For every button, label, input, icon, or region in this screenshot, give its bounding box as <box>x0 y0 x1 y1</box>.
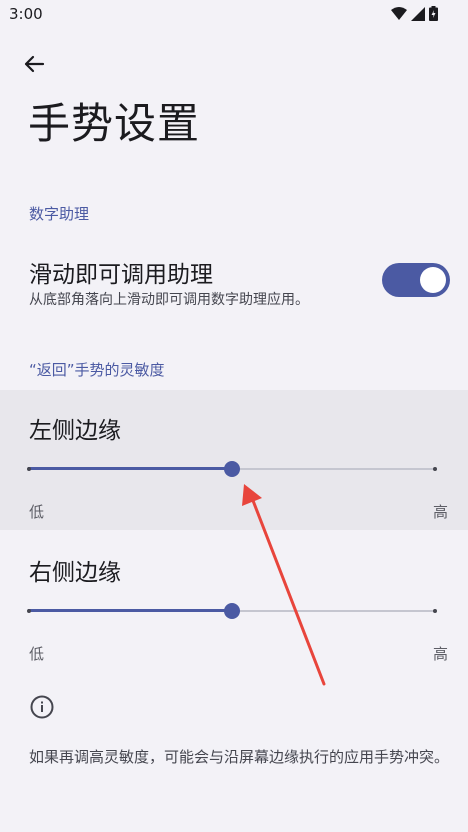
right-edge-slider[interactable] <box>27 601 437 621</box>
signal-icon <box>411 6 425 21</box>
slider-start-dot <box>27 609 31 613</box>
left-edge-slider[interactable] <box>27 459 437 479</box>
section-header-digital-assistant: 数字助理 <box>29 205 90 223</box>
wifi-icon <box>391 6 407 20</box>
slider-track-active <box>28 467 232 470</box>
status-bar: 3:00 <box>0 0 468 30</box>
left-edge-title: 左侧边缘 <box>29 418 121 444</box>
slider-end-dot <box>433 467 437 471</box>
right-edge-title: 右侧边缘 <box>29 560 121 586</box>
slider-thumb[interactable] <box>224 603 240 619</box>
slider-start-dot <box>27 467 31 471</box>
section-header-back-sensitivity: “返回”手势的灵敏度 <box>29 361 165 379</box>
info-icon <box>30 695 54 719</box>
left-edge-high-label: 高 <box>433 503 449 521</box>
slider-thumb[interactable] <box>224 461 240 477</box>
footer-info-text: 如果再调高灵敏度，可能会与沿屏幕边缘执行的应用手势冲突。 <box>29 748 450 766</box>
assistant-swipe-title[interactable]: 滑动即可调用助理 <box>29 255 213 289</box>
right-edge-high-label: 高 <box>433 645 449 663</box>
slider-track-active <box>28 609 232 612</box>
back-button[interactable] <box>18 48 50 80</box>
left-edge-low-label: 低 <box>29 503 45 521</box>
toggle-thumb <box>420 267 446 293</box>
status-icons <box>391 6 438 21</box>
slider-end-dot <box>433 609 437 613</box>
status-time: 3:00 <box>9 5 43 23</box>
assistant-swipe-toggle[interactable] <box>382 263 450 297</box>
page-title: 手势设置 <box>28 99 201 148</box>
battery-icon <box>429 6 438 21</box>
right-edge-low-label: 低 <box>29 645 45 663</box>
arrow-back-icon <box>24 55 45 73</box>
assistant-swipe-summary: 从底部角落向上滑动即可调用数字助理应用。 <box>29 292 309 308</box>
